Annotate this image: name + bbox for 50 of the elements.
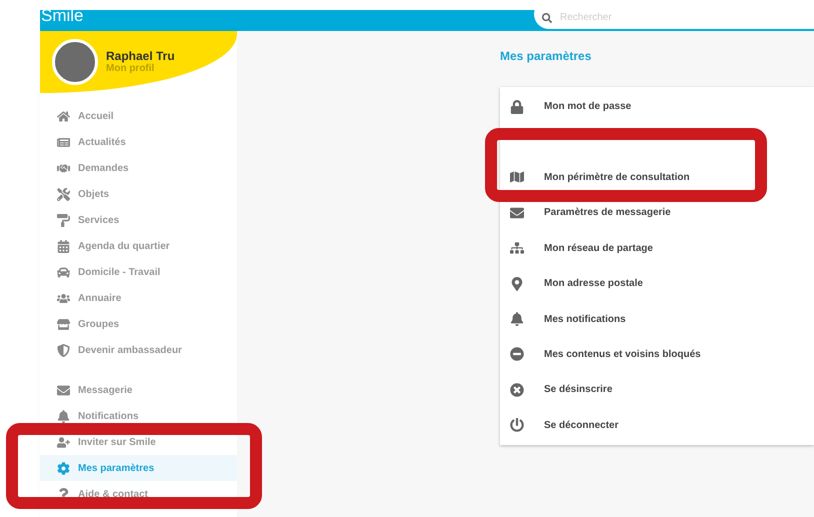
sidebar-item[interactable]: Messagerie [40,377,237,403]
sidebar-item[interactable]: Demandes [40,155,237,181]
settings-item[interactable]: Mon adresse postale [500,266,814,302]
settings-item[interactable]: Mon mot de passe [500,89,814,124]
bell-icon [57,410,70,422]
paint-roller-icon [57,214,70,226]
map-pin-icon [510,276,524,291]
calendar-icon [57,240,70,252]
sidebar-item[interactable]: Annuaire [40,285,237,311]
tools-icon [57,188,70,200]
sidebar-item[interactable]: Objets [40,181,237,207]
sidebar-item[interactable]: Accueil [40,103,237,129]
settings-item[interactable]: Mon périmètre de consultation [500,160,814,196]
sidebar-item[interactable]: Groupes [40,311,237,337]
store-icon [57,318,70,330]
car-icon [57,266,70,278]
settings-item[interactable]: Se déconnecter [500,408,814,443]
sidebar-item[interactable]: Mes paramètres [40,455,237,481]
sidebar-item[interactable]: Services [40,207,237,233]
shield-icon [57,344,70,356]
envelope-icon [510,206,524,220]
profile-name: Raphael Tru [106,49,175,63]
avatar[interactable] [52,39,98,85]
people-icon [57,292,70,304]
power-icon [510,418,524,432]
sidebar-item[interactable]: Inviter sur Smile [40,429,237,455]
map-icon [510,170,524,184]
network-icon [510,241,524,256]
sidebar-item[interactable]: Agenda du quartier [40,233,237,259]
sidebar-item[interactable]: Notifications [40,403,237,429]
envelope-icon [57,384,70,396]
sidebar-item[interactable]: Domicile - Travail [40,259,237,285]
home-icon [57,110,70,122]
search-icon [542,12,552,22]
bell-icon [510,312,524,326]
settings-item[interactable]: Se désinscrire [500,372,814,408]
lock-icon [510,100,524,114]
user-plus-icon [57,436,70,448]
settings-icon [57,462,70,474]
sidebar-item[interactable]: Devenir ambassadeur [40,337,237,363]
sidebar-item[interactable]: Actualités [40,129,237,155]
handshake-icon [57,162,70,174]
settings-item[interactable]: Mes notifications [500,301,814,337]
sidebar-item[interactable]: Aide & contact [40,481,237,507]
settings-item[interactable]: Mon réseau de partage [500,230,814,266]
profile-link[interactable]: Mon profil [106,63,175,75]
settings-item[interactable]: Mes contenus et voisins bloqués [500,336,814,372]
newspaper-icon [57,136,70,148]
settings-item[interactable]: Paramètres de messagerie [500,195,814,231]
page-title: Mes paramètres [500,48,592,65]
